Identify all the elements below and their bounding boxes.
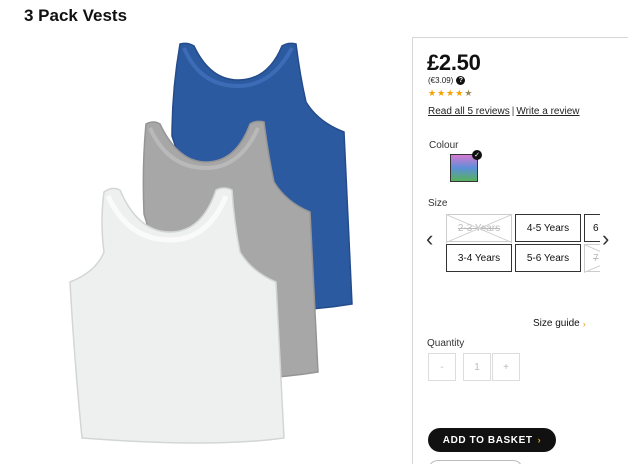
quantity-label: Quantity — [427, 338, 465, 349]
colour-label: Colour — [429, 140, 459, 151]
star-icon: ★ — [437, 88, 446, 98]
size-guide-link[interactable]: Size guide › — [533, 318, 586, 329]
chevron-right-icon[interactable]: › — [602, 228, 609, 250]
read-reviews-link[interactable]: Read all 5 reviews — [428, 106, 510, 117]
quantity-input[interactable]: 1 — [463, 353, 491, 381]
star-rating: ★ ★ ★ ★ ★ — [428, 89, 472, 98]
star-icon: ★ — [446, 88, 455, 98]
chevron-right-icon: › — [537, 435, 542, 445]
chevron-right-icon: › — [582, 318, 586, 329]
size-option-2-3-years[interactable]: 2-3 Years — [446, 214, 512, 242]
size-option-4-5-years[interactable]: 4-5 Years — [515, 214, 581, 242]
colour-swatch-multi[interactable]: ✓ — [450, 150, 482, 182]
size-option-7[interactable]: 7 — [584, 244, 600, 272]
size-options: 2-3 Years 4-5 Years 6 3-4 Years 5-6 Year… — [445, 213, 600, 275]
chevron-left-icon[interactable]: ‹ — [426, 228, 433, 250]
price-alternate-currency: (€3.09) ? — [428, 76, 466, 85]
size-option-3-4-years[interactable]: 3-4 Years — [446, 244, 512, 272]
star-icon: ★ — [455, 88, 464, 98]
size-option-6[interactable]: 6 — [584, 214, 600, 242]
add-to-basket-label: ADD TO BASKET — [442, 434, 533, 446]
quantity-decrease-button[interactable]: - — [428, 353, 456, 381]
size-guide-label: Size guide — [533, 318, 580, 329]
half-star-icon: ★ — [464, 88, 473, 98]
help-icon[interactable]: ? — [456, 76, 466, 85]
page-title: 3 Pack Vests — [24, 6, 128, 25]
reviews-links: Read all 5 reviews | Write a review — [428, 106, 580, 117]
add-to-basket-button[interactable]: ADD TO BASKET › — [428, 428, 556, 452]
price-euro: (€3.09) — [428, 76, 454, 85]
size-label: Size — [428, 198, 448, 209]
star-icon: ★ — [428, 88, 437, 98]
quantity-increase-button[interactable]: + — [492, 353, 520, 381]
secondary-button[interactable] — [428, 460, 523, 464]
size-option-5-6-years[interactable]: 5-6 Years — [515, 244, 581, 272]
write-review-link[interactable]: Write a review — [516, 106, 579, 117]
product-image — [69, 42, 353, 444]
price: £2.50 — [427, 50, 481, 75]
check-icon: ✓ — [472, 150, 482, 160]
